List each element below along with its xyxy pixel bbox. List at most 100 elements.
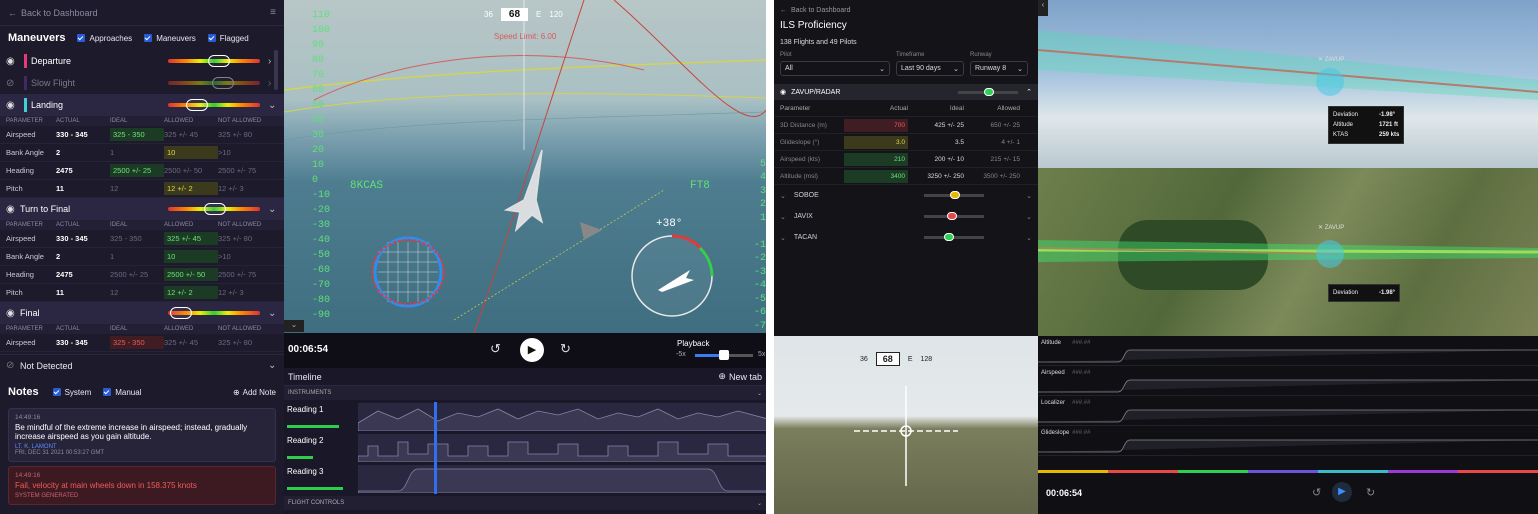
ladder-tick: -90 <box>312 310 331 321</box>
maneuver-slow-flight[interactable]: ⊘ Slow Flight › <box>0 72 284 94</box>
turn-table-header: PARAMETER ACTUAL IDEAL ALLOWED NOT ALLOWED <box>0 220 284 230</box>
chevron-down-icon[interactable]: ⌄ <box>1026 234 1032 242</box>
landing-table: Airspeed 330 - 345 325 - 350 325 +/- 45 325 … <box>0 126 284 198</box>
maneuver-final[interactable]: ◉ Final ⌄ <box>0 302 284 324</box>
waypoint-row[interactable]: ⌄ JAVIX ⌄ <box>774 206 1038 227</box>
table-cell: 3400 <box>844 169 908 183</box>
chevron-up-icon[interactable]: ⌃ <box>1026 88 1032 96</box>
approach-map[interactable]: ✕ ZAVUP ✕ ZAVUP Deviation -1.98° Altitude 1… <box>1038 0 1538 336</box>
approaches-checkbox[interactable] <box>77 34 86 42</box>
manual-checkbox[interactable] <box>103 388 112 396</box>
reading-graph <box>357 403 766 432</box>
forward-icon[interactable]: ↻ <box>1366 486 1375 499</box>
chevron-down-icon[interactable]: ⌄ <box>757 390 762 397</box>
timeframe-label: Timeframe <box>896 52 925 58</box>
forward-icon[interactable]: ↻ <box>560 341 571 357</box>
chevron-down-icon[interactable]: ⌄ <box>757 500 762 507</box>
waypoint-row[interactable]: ⌄ SOBOE ⌄ <box>774 185 1038 206</box>
page-title: ILS Proficiency <box>780 20 847 31</box>
playback-slider[interactable] <box>695 350 753 360</box>
table-cell: 11 <box>56 184 64 193</box>
back-arrow-icon[interactable]: ← <box>8 8 17 18</box>
back-to-dashboard-link[interactable]: Back to Dashboard <box>21 8 98 18</box>
table-row: Altitude (msl) 3400 3250 +/- 250 3500 +/- 2… <box>774 168 1038 185</box>
collapse-panel-button[interactable]: ‹ <box>1038 0 1048 16</box>
waypoint-row[interactable]: ⌄ TACAN ⌄ <box>774 227 1038 248</box>
ils-table: 3D Distance (m) 700 425 +/- 25 650 +/- 25 Gl… <box>774 117 1038 185</box>
eye-icon[interactable]: ◉ <box>6 204 20 215</box>
maneuver-turn-to-final[interactable]: ◉ Turn to Final ⌄ <box>0 198 284 220</box>
tooltip-row: Deviation -1.98° <box>1333 290 1396 296</box>
deviation-tooltip: Deviation -1.98° Altitude 1721 ft KTAS 259 kt… <box>1328 106 1405 144</box>
maneuvers-checkbox[interactable] <box>144 34 153 42</box>
cockpit-video[interactable]: 36 68 E 128 <box>774 336 1038 514</box>
chevron-down-icon[interactable]: ⌄ <box>780 192 786 200</box>
reading-track[interactable]: Reading 3 <box>284 464 766 494</box>
zavup-radar-header[interactable]: ◉ ZAVUP/RADAR ⌃ <box>774 84 1038 100</box>
flagged-checkbox[interactable] <box>207 34 216 42</box>
new-tab-button[interactable]: ⊕ New tab <box>718 371 762 382</box>
note-card[interactable]: 14:49:16 Be mindful of the extreme incre… <box>8 408 276 462</box>
back-arrow-icon[interactable]: ← <box>780 7 787 14</box>
table-cell: 2500 +/- 75 <box>218 270 257 279</box>
chevron-down-icon[interactable]: ⌄ <box>268 204 278 215</box>
maneuver-departure[interactable]: ◉ Departure › <box>0 50 284 72</box>
chevron-down-icon[interactable]: ⌄ <box>268 308 278 319</box>
table-row: Pitch 11 12 12 +/- 2 12 +/- 3 <box>0 180 284 198</box>
note-card-alert[interactable]: 14:49:16 Fail, velocity at main wheels d… <box>8 466 276 505</box>
ladder-tick: -6 <box>753 307 766 318</box>
table-cell: 12 +/- 3 <box>218 184 244 193</box>
play-button[interactable]: ▶ <box>1332 482 1352 502</box>
chevron-down-icon[interactable]: ⌄ <box>284 320 304 332</box>
timeline-cursor[interactable] <box>434 402 437 494</box>
pilot-select[interactable]: All ⌄ <box>780 61 890 76</box>
segment-strip <box>1038 470 1538 473</box>
eye-icon[interactable]: ◉ <box>6 308 20 319</box>
reading-track[interactable]: Reading 2 <box>284 433 766 463</box>
maneuver-name: Landing <box>31 100 64 110</box>
not-detected-row[interactable]: ⊘ Not Detected ⌄ <box>0 354 284 376</box>
table-cell: Bank Angle <box>6 252 44 261</box>
rewind-icon[interactable]: ↺ <box>1312 486 1321 499</box>
score-gradient <box>958 87 1019 96</box>
eye-off-icon[interactable]: ⊘ <box>6 78 20 89</box>
runway-select[interactable]: Runway 8 ⌄ <box>970 61 1028 76</box>
chevron-down-icon[interactable]: ⌄ <box>268 360 278 371</box>
system-checkbox[interactable] <box>52 388 61 396</box>
eye-icon[interactable]: ◉ <box>780 88 786 96</box>
chevron-down-icon[interactable]: ⌄ <box>780 234 786 242</box>
eye-icon[interactable]: ◉ <box>6 100 20 111</box>
plus-icon: ⊕ <box>232 387 240 397</box>
reading-track[interactable]: Reading 1 <box>284 402 766 432</box>
chevron-down-icon[interactable]: ⌄ <box>780 213 786 221</box>
chevron-down-icon[interactable]: ⌄ <box>1026 213 1032 221</box>
timeframe-select[interactable]: Last 90 days ⌄ <box>896 61 964 76</box>
table-cell: 12 +/- 3 <box>218 288 244 297</box>
time-readout: 00:06:54 <box>288 344 329 355</box>
score-marker <box>946 212 957 220</box>
score-gradient <box>168 203 260 215</box>
maneuver-name: Departure <box>31 56 72 66</box>
turn-table: Airspeed 330 - 345 325 - 350 325 +/- 45 325 … <box>0 230 284 302</box>
chevron-down-icon[interactable]: ⌄ <box>268 100 278 111</box>
slider-thumb[interactable] <box>719 350 729 360</box>
table-row: 3D Distance (m) 700 425 +/- 25 650 +/- 25 <box>774 117 1038 134</box>
scrollbar[interactable] <box>274 50 278 90</box>
play-button[interactable]: ▶ <box>520 338 544 362</box>
maneuver-landing[interactable]: ◉ Landing ⌄ <box>0 94 284 116</box>
chevron-down-icon[interactable]: ⌄ <box>1026 192 1032 200</box>
back-to-dashboard-link[interactable]: Back to Dashboard <box>791 7 851 14</box>
score-marker <box>170 307 192 319</box>
rewind-icon[interactable]: ↺ <box>490 341 501 357</box>
simulation-view[interactable]: 110 100 90 80 70 60 50 40 30 20 10 0 -10 -20 -30 -40 -50… <box>284 0 766 333</box>
table-cell: 330 - 345 <box>56 130 88 139</box>
table-cell: 210 <box>844 152 908 166</box>
eye-icon[interactable]: ◉ <box>6 56 20 67</box>
add-note-button[interactable]: ⊕ Add Note <box>233 388 276 397</box>
table-cell: Pitch <box>6 288 23 297</box>
filter-icon[interactable]: ≡ <box>270 7 276 18</box>
table-cell: 330 - 345 <box>56 234 88 243</box>
ladder-tick: -80 <box>312 295 331 306</box>
table-cell: 425 +/- 25 <box>934 121 964 129</box>
tooltip-row: Deviation -1.98° <box>1333 112 1396 118</box>
